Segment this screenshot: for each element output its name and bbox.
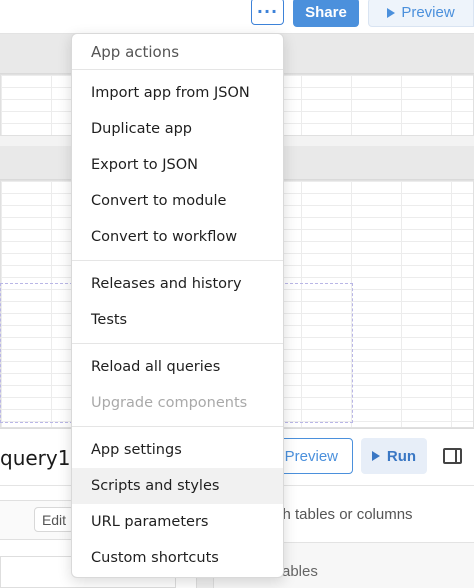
run-label: Run [386, 447, 417, 465]
search-tables-input[interactable]: rch tables or columns [270, 500, 474, 528]
menu-item-scripts-styles[interactable]: Scripts and styles [72, 468, 283, 504]
run-query-button[interactable]: Run [361, 438, 427, 474]
panel-toggle-icon[interactable] [443, 448, 462, 464]
menu-item-custom-shortcuts[interactable]: Custom shortcuts [72, 540, 283, 576]
menu-item-url-parameters[interactable]: URL parameters [72, 504, 283, 540]
menu-header: App actions [72, 34, 283, 70]
menu-item-convert-module[interactable]: Convert to module [72, 183, 283, 219]
menu-group-settings: App settings Scripts and styles URL para… [72, 427, 283, 577]
menu-item-releases-history[interactable]: Releases and history [72, 266, 283, 302]
menu-item-duplicate-app[interactable]: Duplicate app [72, 111, 283, 147]
menu-item-import-json[interactable]: Import app from JSON [72, 75, 283, 111]
play-icon [387, 7, 396, 18]
menu-item-app-settings[interactable]: App settings [72, 432, 283, 468]
preview-button-label: Preview [401, 4, 455, 21]
app-actions-menu: App actions Import app from JSON Duplica… [71, 33, 284, 578]
tables-label: ables [282, 563, 318, 580]
menu-item-convert-workflow[interactable]: Convert to workflow [72, 219, 283, 255]
edit-button[interactable]: Edit [34, 507, 74, 532]
preview-button[interactable]: Preview [368, 0, 474, 27]
share-button[interactable]: Share [293, 0, 359, 27]
menu-group-queries: Reload all queries Upgrade components [72, 344, 283, 427]
menu-item-reload-queries[interactable]: Reload all queries [72, 349, 283, 385]
menu-item-tests[interactable]: Tests [72, 302, 283, 338]
query-name[interactable]: query1 [0, 446, 70, 470]
query-preview-button[interactable]: Preview [274, 438, 353, 474]
more-actions-button[interactable]: ··· [251, 0, 284, 25]
menu-item-export-json[interactable]: Export to JSON [72, 147, 283, 183]
menu-group-versions: Releases and history Tests [72, 261, 283, 344]
menu-item-upgrade-components: Upgrade components [91, 395, 248, 411]
menu-group-app: Import app from JSON Duplicate app Expor… [72, 70, 283, 261]
play-icon [371, 451, 380, 461]
